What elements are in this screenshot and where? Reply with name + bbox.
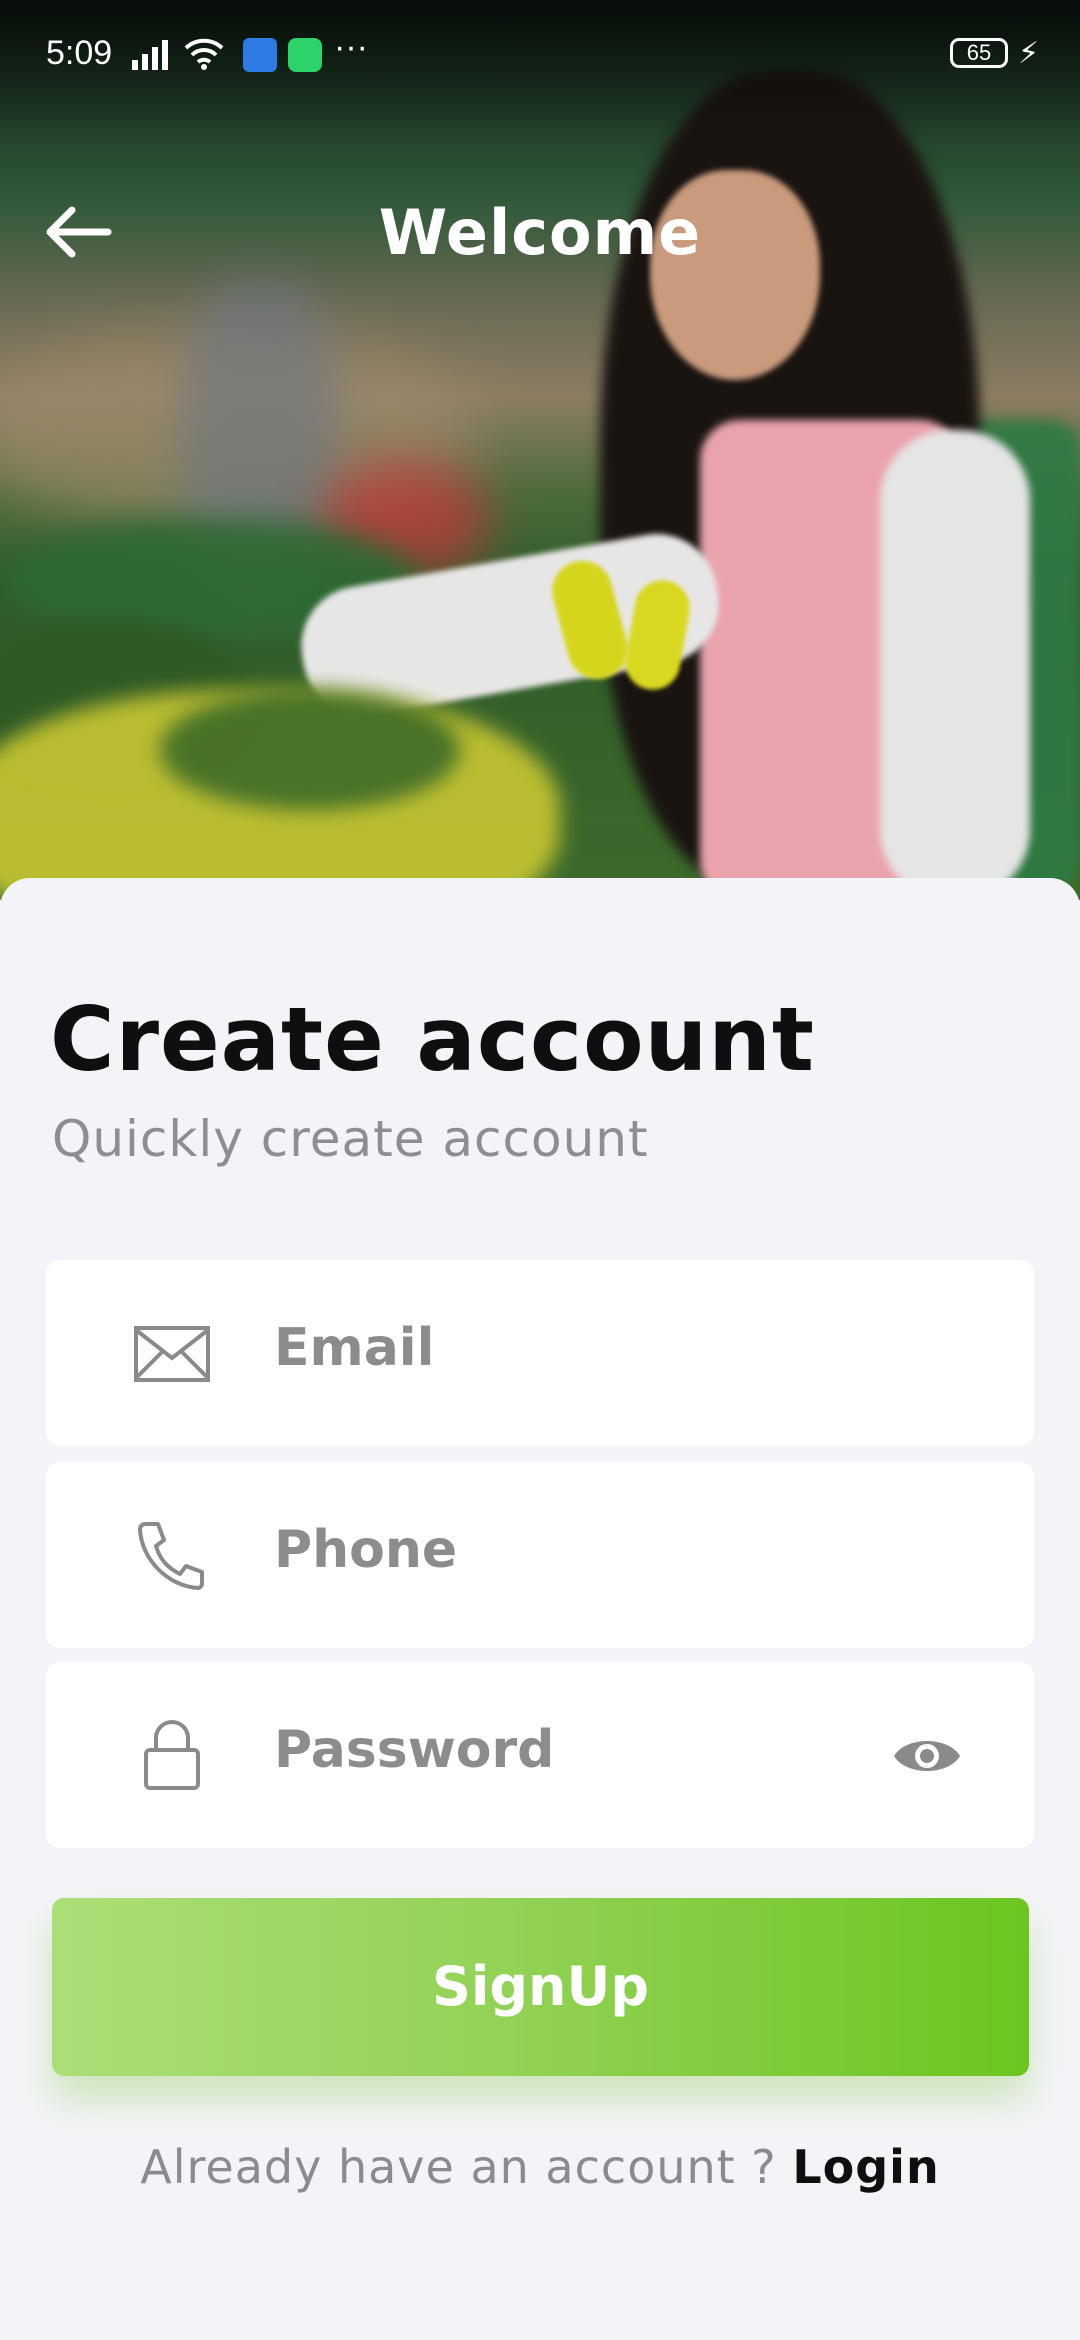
- email-field[interactable]: Email: [46, 1260, 1034, 1446]
- more-notifications-icon: ···: [334, 28, 368, 66]
- phone-field[interactable]: Phone: [46, 1462, 1034, 1648]
- page-title: Welcome: [378, 196, 702, 269]
- password-placeholder: Password: [274, 1720, 555, 1780]
- battery-indicator: 65: [950, 38, 1008, 68]
- signup-button[interactable]: SignUp: [52, 1898, 1029, 2076]
- login-prompt-text: Already have an account ?: [140, 2140, 793, 2194]
- login-prompt: Already have an account ? Login: [0, 2140, 1080, 2194]
- status-time: 5:09: [46, 34, 113, 72]
- status-bar: 5:09 ··· 65 ⚡: [0, 0, 1080, 110]
- app-notification-icon: [243, 38, 277, 72]
- form-subheading: Quickly create account: [52, 1110, 649, 1168]
- login-link[interactable]: Login: [792, 2140, 939, 2194]
- lock-icon: [144, 1720, 200, 1790]
- signal-icon: [132, 40, 168, 70]
- form-heading: Create account: [50, 988, 815, 1091]
- envelope-icon: [134, 1326, 210, 1382]
- message-notification-icon: [288, 38, 322, 72]
- wifi-icon: [184, 38, 224, 70]
- password-field[interactable]: Password: [46, 1662, 1034, 1848]
- phone-icon: [138, 1522, 204, 1590]
- eye-icon[interactable]: [892, 1730, 962, 1782]
- charging-icon: ⚡: [1018, 36, 1040, 71]
- hero-photo: [0, 0, 1080, 900]
- email-placeholder: Email: [274, 1318, 435, 1378]
- phone-placeholder: Phone: [274, 1520, 458, 1580]
- signup-card: Create account Quickly create account Em…: [0, 878, 1080, 2340]
